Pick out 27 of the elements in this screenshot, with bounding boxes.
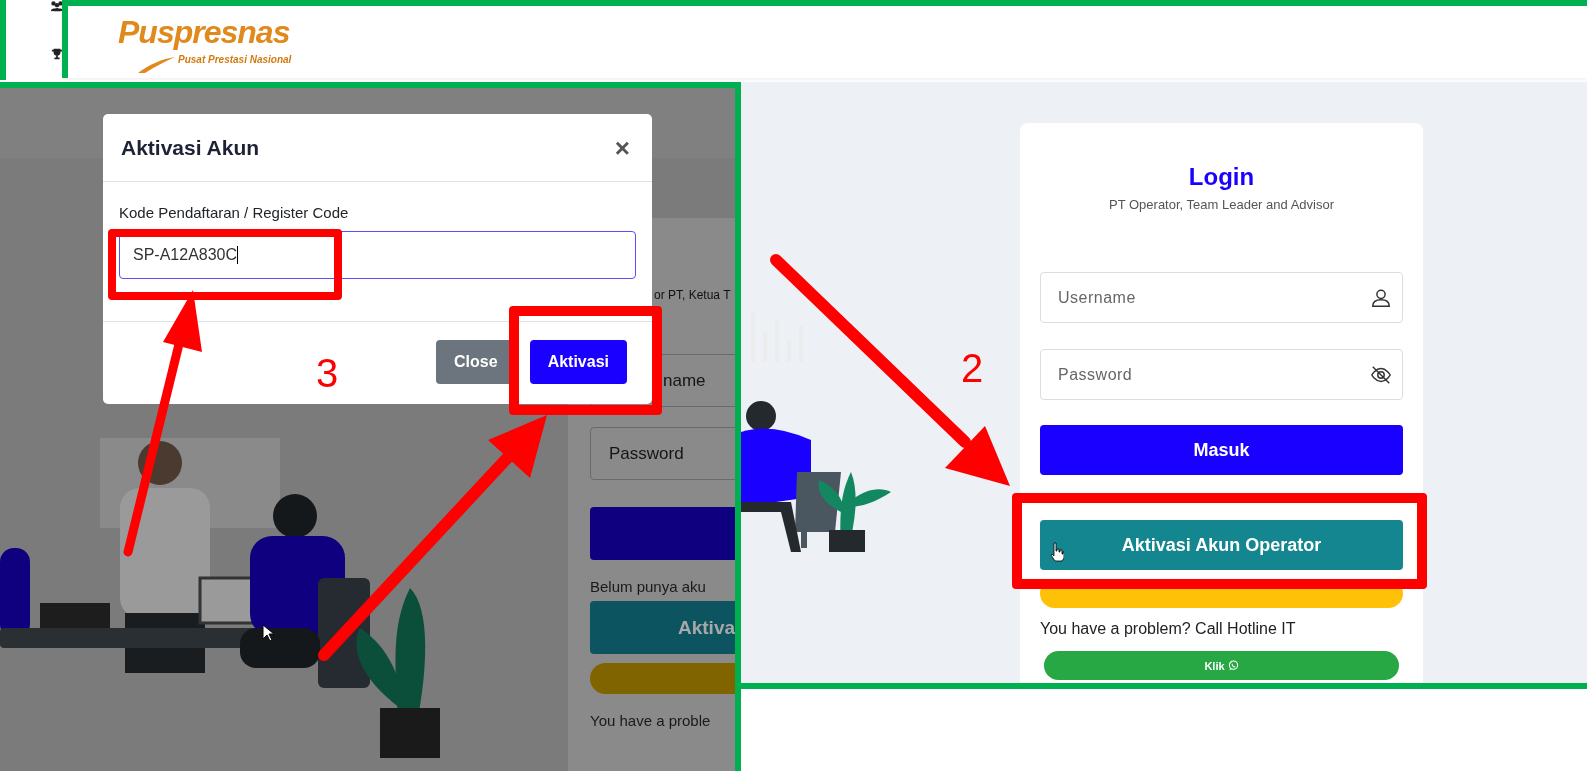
input-field[interactable]: Username <box>1040 272 1403 323</box>
step-number: 3 <box>316 353 339 393</box>
problem-text: You have a proble <box>590 712 712 729</box>
logo-title: Puspresnas <box>118 14 290 51</box>
login-button[interactable]: Masuk <box>1040 425 1403 475</box>
hand-cursor-icon <box>1050 542 1064 562</box>
trophy-icon[interactable] <box>50 48 64 60</box>
cursor-arrow-icon <box>262 624 274 642</box>
logo-swoosh-icon <box>136 56 176 74</box>
eye-slash-icon[interactable] <box>1370 363 1392 386</box>
register-code-field[interactable]: SP-A12A830C <box>119 231 636 279</box>
login-title: Login <box>1188 163 1255 191</box>
activate-button[interactable]: Aktiva <box>590 601 735 654</box>
dialog-button[interactable]: Aktivasi <box>529 340 627 384</box>
login-subtitle: PT Operator, Team Leader and Advisor <box>1109 197 1334 212</box>
hotline-button[interactable]: Klik <box>1044 651 1399 680</box>
activate-account-button[interactable]: Aktivasi Akun Operator <box>1040 520 1403 570</box>
dialog-title: Aktivasi Akun <box>121 135 260 160</box>
input-field[interactable]: Password <box>1040 349 1403 400</box>
close-button[interactable]: × <box>610 134 634 161</box>
problem-text: You have a problem? Call Hotline IT <box>1040 620 1297 638</box>
whatsapp-icon <box>1227 660 1239 671</box>
logo-subtitle: Pusat Prestasi Nasional <box>178 54 292 65</box>
field-label: Kode Pendaftaran / Register Code <box>119 204 350 221</box>
register-prompt: Belum punya aku <box>590 578 707 595</box>
login-subtitle: or PT, Ketua T <box>654 288 732 302</box>
step-number: 2 <box>961 348 984 388</box>
